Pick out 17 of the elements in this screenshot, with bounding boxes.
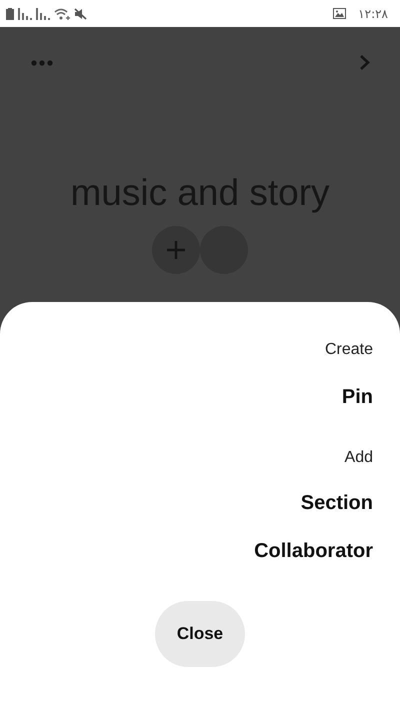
section-heading: Add — [344, 448, 373, 468]
add-button[interactable] — [152, 226, 200, 274]
signal-icon — [36, 8, 50, 20]
image-icon — [333, 8, 346, 19]
clock-time: ۱۲:۲۸ — [358, 6, 388, 20]
mute-icon — [74, 8, 87, 20]
plus-icon — [166, 240, 186, 260]
chevron-right-icon[interactable] — [359, 54, 370, 71]
close-button[interactable]: Close — [155, 601, 245, 667]
more-options-icon[interactable] — [31, 60, 53, 66]
menu-item[interactable]: Section — [300, 488, 373, 518]
section-heading: Create — [324, 340, 373, 360]
wifi-icon — [54, 8, 70, 20]
battery-icon — [6, 8, 14, 20]
menu-item[interactable]: Pin — [342, 382, 373, 412]
signal-icon — [18, 8, 32, 20]
menu-item[interactable]: Collaborator — [254, 536, 373, 566]
